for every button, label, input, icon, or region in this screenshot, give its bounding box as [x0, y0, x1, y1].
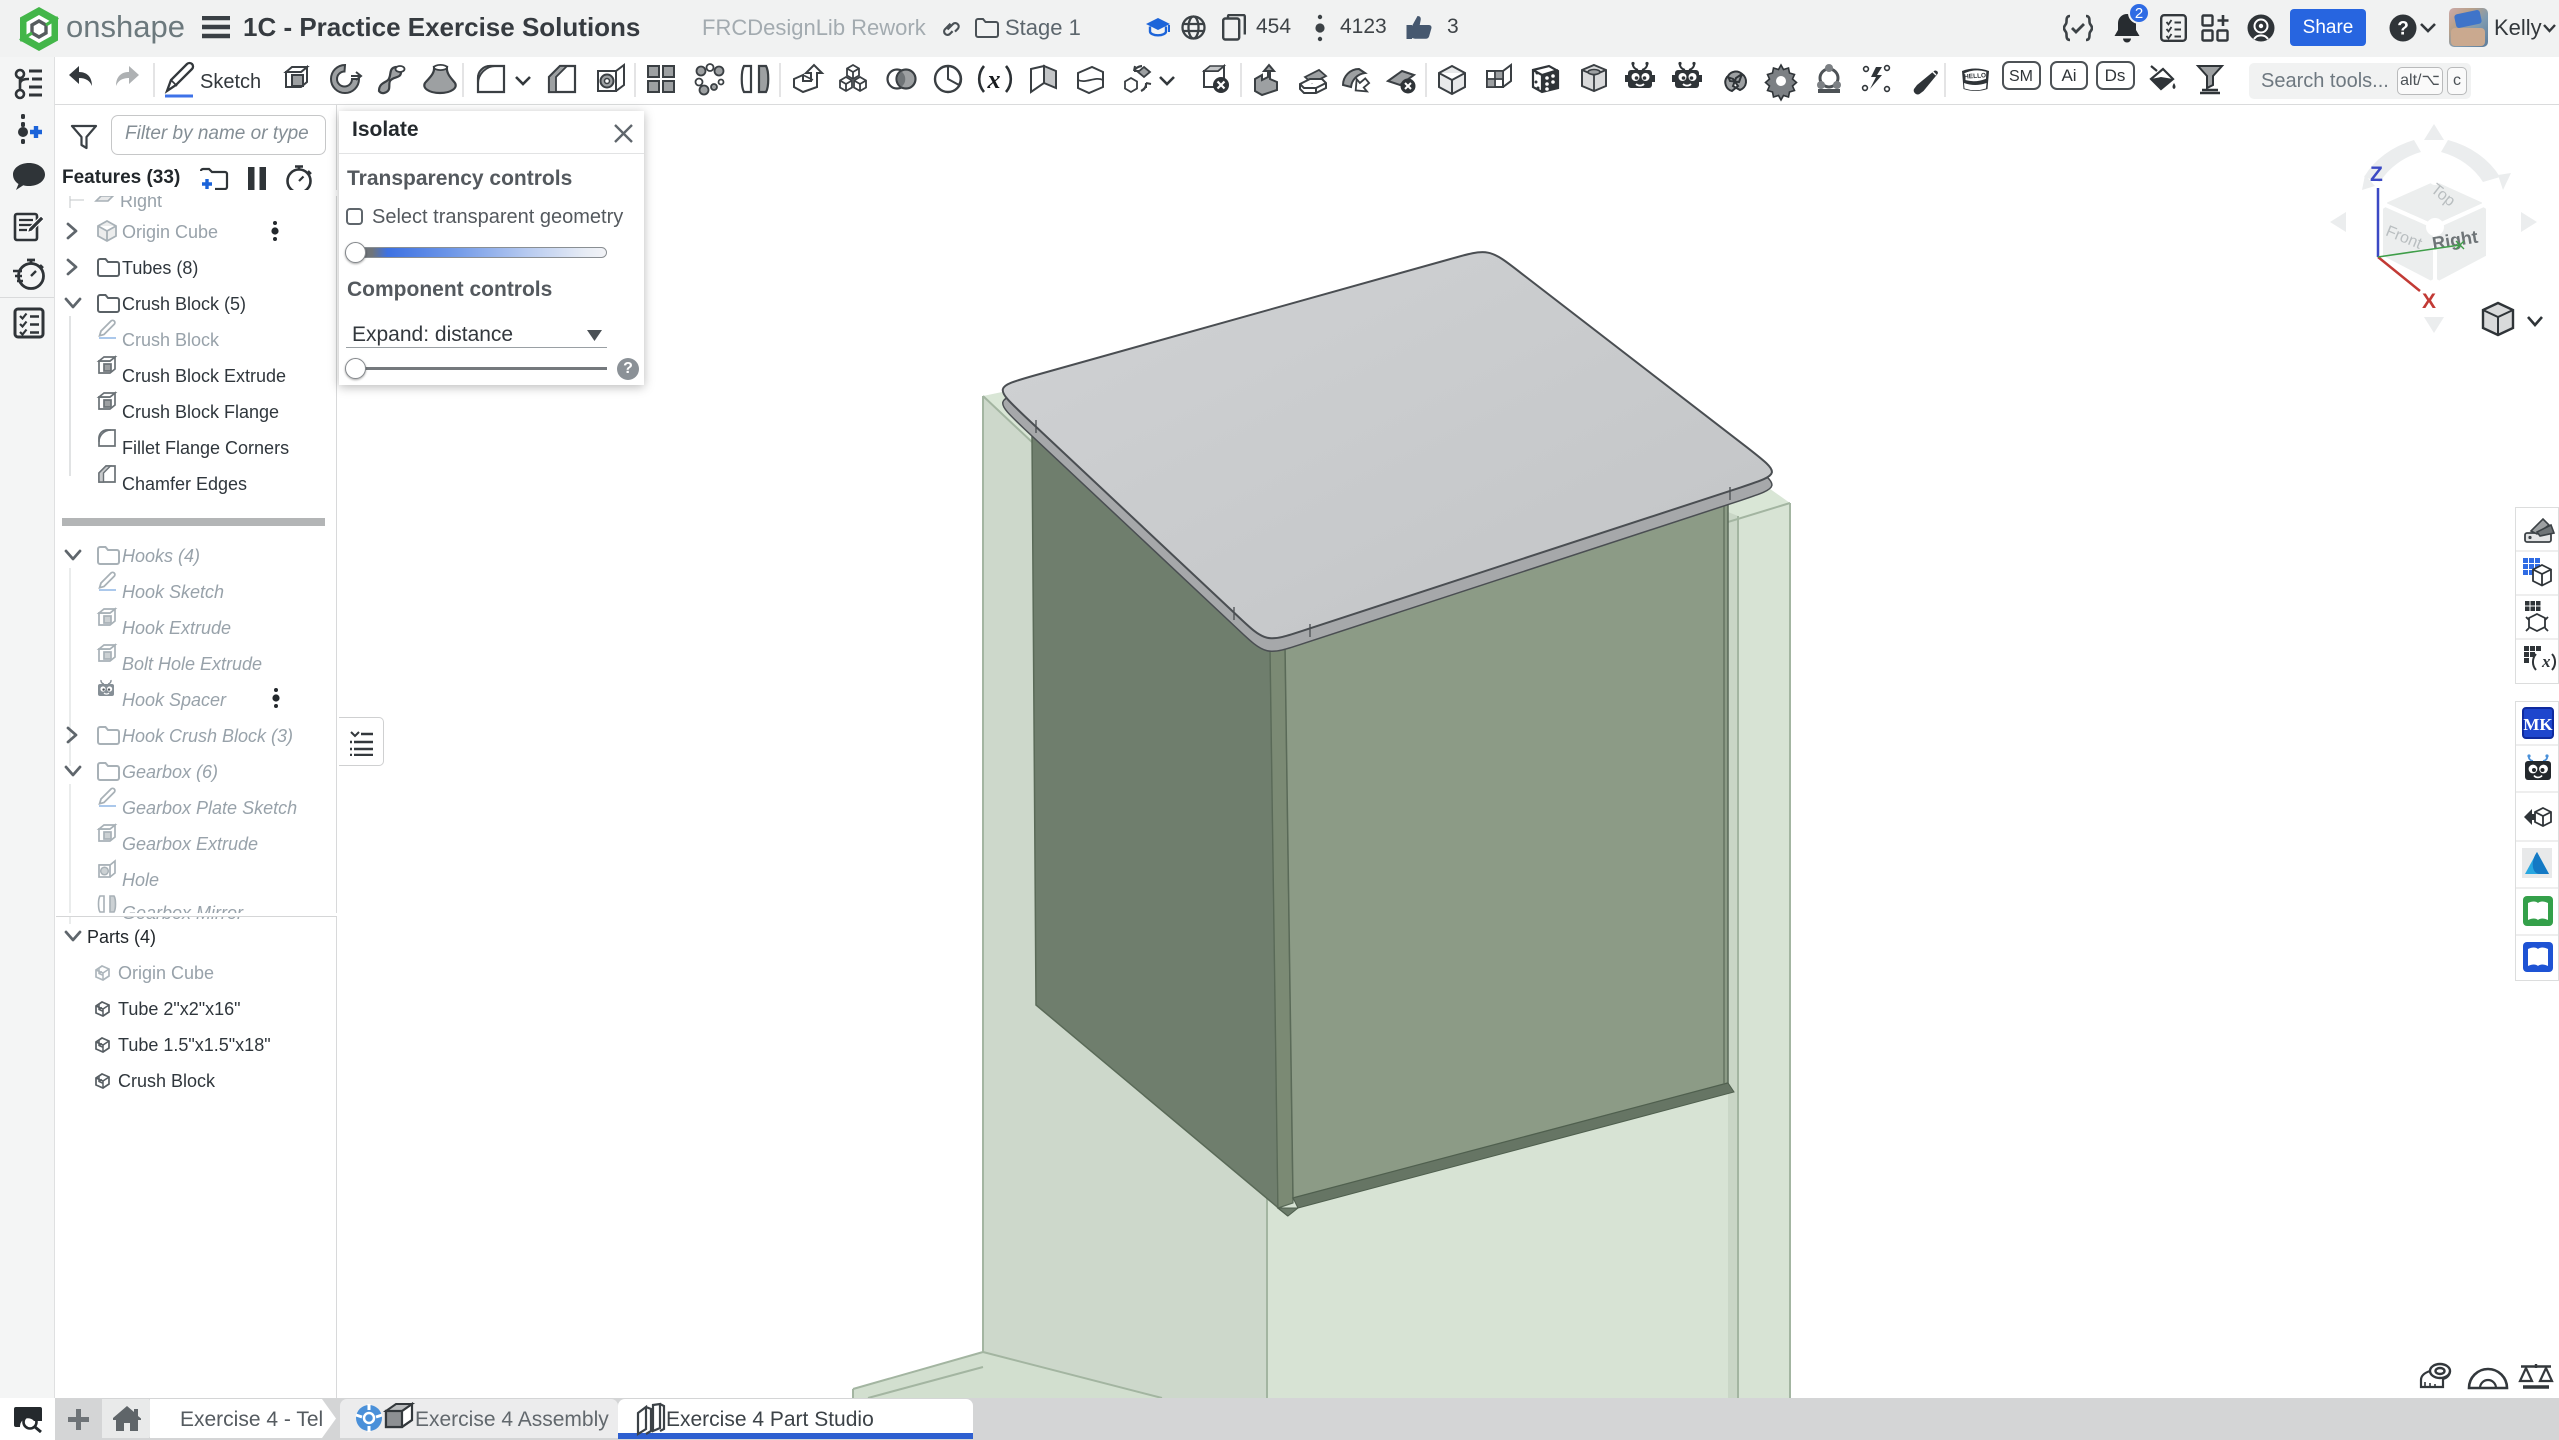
- svg-text:Crush Block: Crush Block: [122, 330, 220, 350]
- svg-text:Hook Sketch: Hook Sketch: [122, 582, 224, 602]
- svg-text:Bolt Hole Extrude: Bolt Hole Extrude: [122, 654, 262, 674]
- svg-text:Z: Z: [2370, 163, 2383, 186]
- svg-text:Crush Block Extrude: Crush Block Extrude: [122, 366, 286, 386]
- svg-text:Exercise 4 Part Studio: Exercise 4 Part Studio: [666, 1408, 874, 1431]
- svg-text:Crush Block (5): Crush Block (5): [122, 294, 246, 314]
- svg-text:Hole: Hole: [122, 870, 159, 890]
- svg-text:Ds: Ds: [2105, 66, 2126, 85]
- svg-text:Origin Cube: Origin Cube: [122, 222, 218, 242]
- svg-text:Gearbox Extrude: Gearbox Extrude: [122, 834, 258, 854]
- svg-text:Gearbox Plate Sketch: Gearbox Plate Sketch: [122, 798, 297, 818]
- svg-text:Sketch: Sketch: [200, 71, 261, 93]
- svg-text:Crush Block Flange: Crush Block Flange: [122, 402, 279, 422]
- svg-text:?: ?: [2397, 19, 2409, 40]
- svg-text:MK: MK: [2523, 715, 2553, 734]
- svg-text:X: X: [2422, 290, 2436, 313]
- svg-text:Hooks (4): Hooks (4): [122, 546, 200, 566]
- svg-text:Tube 2"x2"x16": Tube 2"x2"x16": [118, 999, 241, 1019]
- svg-text:Exercise 4 - Tel: Exercise 4 - Tel: [180, 1408, 323, 1431]
- svg-text:Tubes (8): Tubes (8): [122, 258, 198, 278]
- svg-text:Hook Extrude: Hook Extrude: [122, 618, 231, 638]
- svg-text:Gearbox (6): Gearbox (6): [122, 762, 218, 782]
- svg-text:SM: SM: [2009, 68, 2033, 85]
- svg-text:Ai: Ai: [2061, 66, 2076, 85]
- svg-text:Hook Spacer: Hook Spacer: [122, 690, 227, 710]
- svg-text:Fillet Flange Corners: Fillet Flange Corners: [122, 438, 289, 458]
- svg-text:Hook Crush Block (3): Hook Crush Block (3): [122, 726, 293, 746]
- svg-text:x: x: [987, 65, 1001, 94]
- svg-text:Crush Block: Crush Block: [118, 1071, 216, 1091]
- svg-text:Tube 1.5"x1.5"x18": Tube 1.5"x1.5"x18": [118, 1035, 271, 1055]
- svg-text:Chamfer Edges: Chamfer Edges: [122, 474, 247, 494]
- svg-text:x: x: [2541, 652, 2551, 671]
- svg-text:Exercise 4 Assembly: Exercise 4 Assembly: [415, 1408, 609, 1431]
- svg-text:Parts (4): Parts (4): [87, 927, 156, 947]
- svg-text:Origin Cube: Origin Cube: [118, 963, 214, 983]
